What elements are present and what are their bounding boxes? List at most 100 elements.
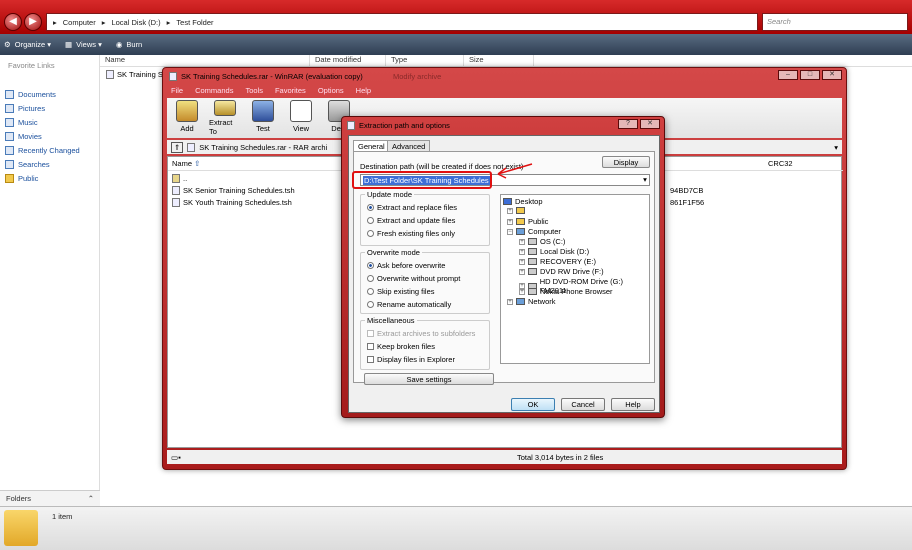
maximize-button[interactable]: □ xyxy=(800,70,820,80)
minimize-button[interactable]: – xyxy=(778,70,798,80)
breadcrumb-local-disk[interactable]: Local Disk (D:) xyxy=(111,18,160,27)
column-crc32[interactable]: CRC32 xyxy=(768,159,793,170)
list-item[interactable]: .. xyxy=(172,174,187,183)
pictures-icon xyxy=(5,104,14,113)
overwrite-mode-group: Overwrite mode Ask before overwrite Over… xyxy=(360,248,490,314)
tree-node-dvd-rw-f[interactable]: + DVD RW Drive (F:) xyxy=(519,267,604,276)
documents-icon xyxy=(5,90,14,99)
expand-icon: + xyxy=(507,298,513,305)
music-icon xyxy=(5,118,14,127)
menu-commands[interactable]: Commands xyxy=(195,86,233,98)
sidebar-item-music[interactable]: Music xyxy=(5,118,38,127)
chevron-down-icon[interactable]: ▾ xyxy=(640,174,650,186)
tree-node-user[interactable]: + xyxy=(507,207,528,214)
views-button[interactable]: ▦ Views ▾ xyxy=(65,40,102,49)
list-item[interactable]: SK Training S xyxy=(106,70,163,79)
option-label: Extract archives to subfolders xyxy=(377,329,476,338)
organize-icon: ⚙ xyxy=(4,40,11,49)
menu-help[interactable]: Help xyxy=(356,86,371,98)
save-settings-button[interactable]: Save settings xyxy=(364,373,494,385)
sidebar-item-label: Music xyxy=(18,118,38,127)
close-button[interactable]: ✕ xyxy=(822,70,842,80)
tree-node-computer[interactable]: − Computer xyxy=(507,227,561,236)
tree-label: Nokia Phone Browser xyxy=(540,287,613,296)
column-size[interactable]: Size xyxy=(464,55,534,66)
column-name[interactable]: Name xyxy=(100,55,310,66)
breadcrumb-test-folder[interactable]: Test Folder xyxy=(176,18,213,27)
column-date-modified[interactable]: Date modified xyxy=(310,55,386,66)
radio-fresh-existing[interactable]: Fresh existing files only xyxy=(367,229,455,238)
test-button[interactable]: Test xyxy=(247,100,279,136)
tree-node-os-c[interactable]: + OS (C:) xyxy=(519,237,565,246)
radio-icon xyxy=(367,275,374,282)
close-button[interactable]: ✕ xyxy=(640,119,660,129)
organize-button[interactable]: ⚙ Organize ▾ xyxy=(4,40,51,49)
winrar-title: SK Training Schedules.rar - WinRAR (eval… xyxy=(169,72,363,81)
list-item[interactable]: SK Senior Training Schedules.tsh xyxy=(172,186,295,195)
radio-rename-automatically[interactable]: Rename automatically xyxy=(367,300,451,309)
network-icon xyxy=(516,298,525,305)
tree-label: Computer xyxy=(528,227,561,236)
sort-arrow-icon: ⇧ xyxy=(194,159,201,168)
up-folder-icon[interactable]: ⇑ xyxy=(171,141,184,153)
tree-node-public[interactable]: + Public xyxy=(507,217,548,226)
folders-pane-toggle[interactable]: Folders ⌃ xyxy=(0,490,100,506)
tree-node-desktop[interactable]: Desktop xyxy=(503,197,543,206)
option-label: Extract and replace files xyxy=(377,203,458,212)
help-button[interactable]: Help xyxy=(611,398,655,411)
menu-favorites[interactable]: Favorites xyxy=(275,86,306,98)
chevron-down-icon[interactable]: ▾ xyxy=(834,143,838,152)
view-button[interactable]: View xyxy=(285,100,317,136)
radio-overwrite-without-prompt[interactable]: Overwrite without prompt xyxy=(367,274,460,283)
tree-label: Public xyxy=(528,217,549,226)
sidebar-item-documents[interactable]: Documents xyxy=(5,90,56,99)
search-input[interactable]: Search xyxy=(762,13,908,31)
menu-file[interactable]: File xyxy=(171,86,183,98)
ok-button[interactable]: OK xyxy=(511,398,555,411)
breadcrumb-computer[interactable]: Computer xyxy=(63,18,96,27)
radio-selected-icon xyxy=(367,204,374,211)
tool-label: Add xyxy=(180,124,194,133)
folder-tree[interactable]: Desktop + + Public − Computer + OS (C:) + Lo… xyxy=(500,194,650,364)
radio-extract-replace[interactable]: Extract and replace files xyxy=(367,203,457,212)
address-bar[interactable]: ▸ Computer ▸ Local Disk (D:) ▸ Test Fold… xyxy=(46,13,758,31)
sidebar-item-public[interactable]: Public xyxy=(5,174,38,183)
radio-skip-existing[interactable]: Skip existing files xyxy=(367,287,435,296)
background-dialog-title: Modify archive xyxy=(393,72,442,81)
burn-button[interactable]: ◉ Burn xyxy=(116,40,142,49)
checkbox-extract-subfolders[interactable]: Extract archives to subfolders xyxy=(367,329,475,338)
tree-node-nokia-phone[interactable]: + Nokia Phone Browser xyxy=(519,287,613,296)
expand-icon: + xyxy=(519,288,525,295)
radio-extract-update[interactable]: Extract and update files xyxy=(367,216,455,225)
item-count: 1 item xyxy=(52,512,73,521)
general-tab-panel: Destination path (will be created if doe… xyxy=(352,151,655,385)
checkbox-display-in-explorer[interactable]: Display files in Explorer xyxy=(367,355,455,364)
option-label: Overwrite without prompt xyxy=(377,274,461,283)
forward-button[interactable]: ▶ xyxy=(24,13,42,31)
menu-options[interactable]: Options xyxy=(318,86,344,98)
option-label: Ask before overwrite xyxy=(377,261,446,270)
cancel-button[interactable]: Cancel xyxy=(561,398,605,411)
drive-icon: ▭▪ xyxy=(171,452,181,462)
sidebar-item-movies[interactable]: Movies xyxy=(5,132,42,141)
column-type[interactable]: Type xyxy=(386,55,464,66)
tree-label: Network xyxy=(528,297,556,306)
radio-ask-before[interactable]: Ask before overwrite xyxy=(367,261,445,270)
back-button[interactable]: ◀ xyxy=(4,13,22,31)
sidebar-item-pictures[interactable]: Pictures xyxy=(5,104,45,113)
extract-to-button[interactable]: Extract To xyxy=(209,100,241,136)
tree-node-network[interactable]: + Network xyxy=(507,297,556,306)
tree-label: Local Disk (D:) xyxy=(540,247,590,256)
checkbox-keep-broken[interactable]: Keep broken files xyxy=(367,342,435,351)
help-icon[interactable]: ? xyxy=(618,119,638,129)
display-button[interactable]: Display xyxy=(602,156,650,168)
add-button[interactable]: Add xyxy=(171,100,203,136)
list-item[interactable]: SK Youth Training Schedules.tsh xyxy=(172,198,292,207)
tree-node-local-disk-d[interactable]: + Local Disk (D:) xyxy=(519,247,589,256)
sidebar-item-recently-changed[interactable]: Recently Changed xyxy=(5,146,80,155)
tree-node-recovery-e[interactable]: + RECOVERY (E:) xyxy=(519,257,596,266)
sidebar-item-searches[interactable]: Searches xyxy=(5,160,50,169)
chevron-up-icon: ⌃ xyxy=(87,494,94,503)
file-name: .. xyxy=(183,174,188,183)
menu-tools[interactable]: Tools xyxy=(245,86,263,98)
